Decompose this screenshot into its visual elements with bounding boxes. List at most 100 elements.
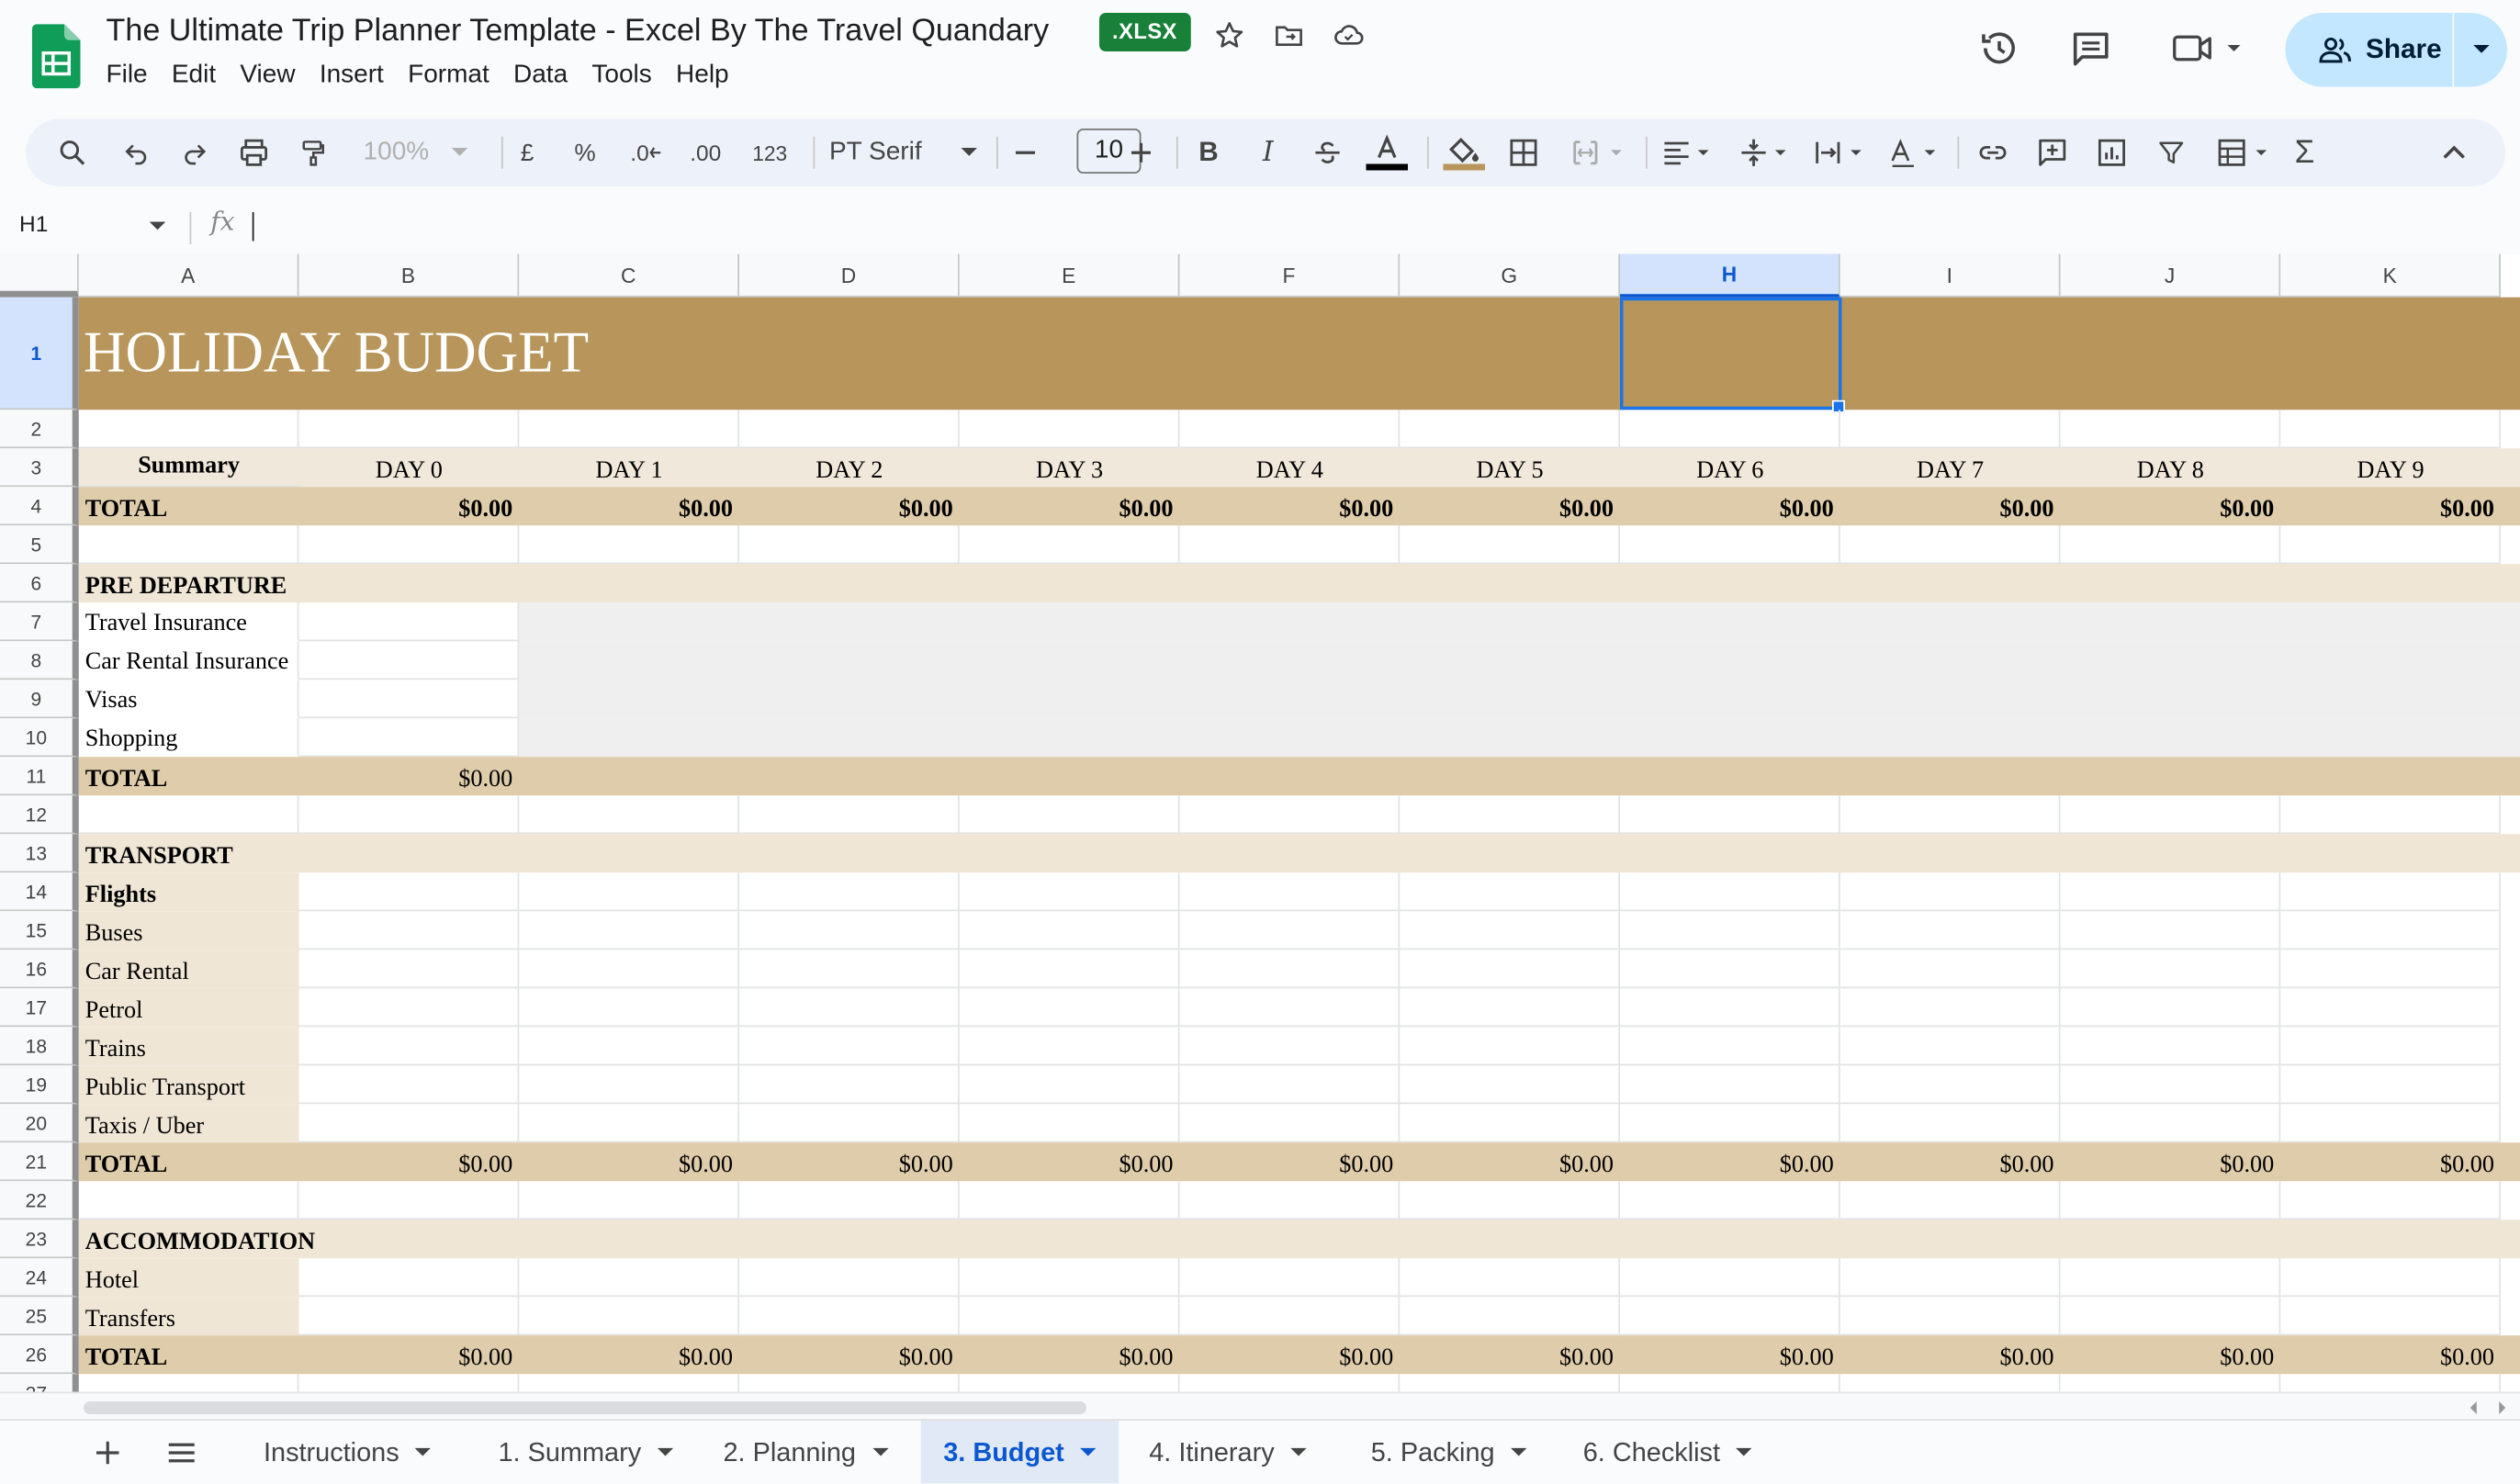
share-button[interactable]: Share xyxy=(2285,13,2507,87)
scrollbar-thumb[interactable] xyxy=(84,1401,1086,1414)
budget-input-cell[interactable] xyxy=(298,1104,520,1143)
budget-input-cell[interactable] xyxy=(2060,988,2281,1028)
row-header-16[interactable]: 16 xyxy=(0,950,79,989)
budget-input-cell[interactable] xyxy=(1839,988,2061,1028)
table-view-icon[interactable] xyxy=(2205,119,2286,187)
budget-input-cell[interactable] xyxy=(1839,911,2061,950)
chevron-down-icon[interactable] xyxy=(1080,1447,1097,1458)
cell[interactable] xyxy=(298,410,520,449)
row-header-18[interactable]: 18 xyxy=(0,1027,79,1066)
row-header-1[interactable]: 1 xyxy=(0,297,79,410)
sheet-tab-1-summary[interactable]: 1. Summary xyxy=(476,1421,696,1484)
row-header-20[interactable]: 20 xyxy=(0,1104,79,1143)
column-header-f[interactable]: F xyxy=(1179,253,1401,298)
menu-data[interactable]: Data xyxy=(513,62,568,91)
budget-input-cell[interactable] xyxy=(2060,872,2281,912)
cell[interactable] xyxy=(1620,1181,1840,1220)
select-all-corner[interactable] xyxy=(0,253,79,298)
cell[interactable] xyxy=(2060,1181,2281,1220)
cell[interactable] xyxy=(519,525,739,565)
redo-icon[interactable] xyxy=(174,119,216,187)
version-history-icon[interactable] xyxy=(1975,24,2024,73)
comments-icon[interactable] xyxy=(2067,24,2116,73)
budget-input-cell[interactable] xyxy=(1839,1065,2061,1105)
budget-input-cell[interactable] xyxy=(2060,1258,2281,1298)
budget-input-cell[interactable] xyxy=(1400,1104,1620,1143)
budget-input-cell[interactable] xyxy=(519,1297,739,1336)
chevron-down-icon[interactable] xyxy=(872,1447,889,1458)
merge-cells-icon[interactable] xyxy=(1566,119,1630,187)
row-header-2[interactable]: 2 xyxy=(0,410,79,449)
budget-input-cell[interactable] xyxy=(739,988,960,1028)
budget-input-cell[interactable] xyxy=(1179,1258,1401,1298)
row-header-23[interactable]: 23 xyxy=(0,1220,79,1259)
row-header-14[interactable]: 14 xyxy=(0,872,79,912)
budget-input-cell[interactable] xyxy=(298,1258,520,1298)
budget-input-cell[interactable] xyxy=(1620,1104,1840,1143)
menu-format[interactable]: Format xyxy=(408,62,489,91)
cell[interactable] xyxy=(2280,525,2501,565)
row-header-26[interactable]: 26 xyxy=(0,1335,79,1375)
cell[interactable] xyxy=(2280,410,2501,449)
text-color-icon[interactable] xyxy=(1363,119,1412,187)
menu-tools[interactable]: Tools xyxy=(591,62,651,91)
cell[interactable] xyxy=(2060,795,2281,835)
sheet-tab-6-checklist[interactable]: 6. Checklist xyxy=(1560,1421,1774,1484)
budget-input-cell[interactable] xyxy=(2280,1027,2501,1066)
sheet-tab-4-itinerary[interactable]: 4. Itinerary xyxy=(1127,1421,1329,1484)
fill-color-icon[interactable] xyxy=(1440,119,1489,187)
row-header-4[interactable]: 4 xyxy=(0,487,79,526)
cell[interactable] xyxy=(739,795,960,835)
budget-input-cell[interactable] xyxy=(2060,950,2281,989)
budget-input-cell[interactable] xyxy=(519,872,739,912)
cell[interactable] xyxy=(519,410,739,449)
budget-input-cell[interactable] xyxy=(1179,950,1401,989)
budget-input-cell[interactable] xyxy=(1179,1027,1401,1066)
budget-input-cell[interactable] xyxy=(1839,1027,2061,1066)
budget-input-cell[interactable] xyxy=(959,1297,1180,1336)
budget-input-cell[interactable] xyxy=(519,988,739,1028)
cell[interactable] xyxy=(1179,525,1401,565)
budget-input-cell[interactable] xyxy=(519,911,739,950)
insert-link-icon[interactable] xyxy=(1972,119,2014,187)
column-header-c[interactable]: C xyxy=(519,253,739,298)
row-header-8[interactable]: 8 xyxy=(0,641,79,680)
horizontal-align-icon[interactable] xyxy=(1656,119,1717,187)
bold-icon[interactable]: B xyxy=(1189,119,1228,187)
budget-input-cell[interactable] xyxy=(1620,1065,1840,1105)
budget-input-cell[interactable] xyxy=(1400,1065,1620,1105)
row-header-11[interactable]: 11 xyxy=(0,757,79,796)
budget-input-cell[interactable] xyxy=(739,1065,960,1105)
cell[interactable] xyxy=(1179,795,1401,835)
strikethrough-icon[interactable] xyxy=(1309,119,1347,187)
budget-input-cell[interactable] xyxy=(2280,1258,2501,1298)
budget-input-cell[interactable] xyxy=(1400,1297,1620,1336)
cell[interactable] xyxy=(959,410,1180,449)
budget-input-cell[interactable] xyxy=(519,950,739,989)
menu-edit[interactable]: Edit xyxy=(172,62,216,91)
currency-format-button[interactable]: £ xyxy=(510,119,546,187)
column-header-g[interactable]: G xyxy=(1400,253,1620,298)
row-header-12[interactable]: 12 xyxy=(0,795,79,835)
budget-input-cell[interactable] xyxy=(519,1027,739,1066)
cell[interactable] xyxy=(959,1181,1180,1220)
budget-input-cell[interactable] xyxy=(2280,1297,2501,1336)
budget-input-cell[interactable] xyxy=(1400,1258,1620,1298)
budget-input-cell[interactable] xyxy=(519,1104,739,1143)
budget-input-cell[interactable] xyxy=(1620,872,1840,912)
budget-input-cell[interactable] xyxy=(2060,1065,2281,1105)
budget-input-cell[interactable] xyxy=(2060,1027,2281,1066)
budget-input-cell[interactable] xyxy=(298,718,520,758)
column-header-a[interactable]: A xyxy=(78,253,299,298)
budget-input-cell[interactable] xyxy=(1400,950,1620,989)
menu-insert[interactable]: Insert xyxy=(320,62,384,91)
cell[interactable] xyxy=(1839,795,2061,835)
budget-input-cell[interactable] xyxy=(959,1027,1180,1066)
row-header-9[interactable]: 9 xyxy=(0,680,79,719)
cell[interactable] xyxy=(1179,410,1401,449)
budget-input-cell[interactable] xyxy=(1620,1258,1840,1298)
budget-input-cell[interactable] xyxy=(298,950,520,989)
budget-input-cell[interactable] xyxy=(298,1297,520,1336)
budget-input-cell[interactable] xyxy=(298,988,520,1028)
undo-icon[interactable] xyxy=(116,119,158,187)
